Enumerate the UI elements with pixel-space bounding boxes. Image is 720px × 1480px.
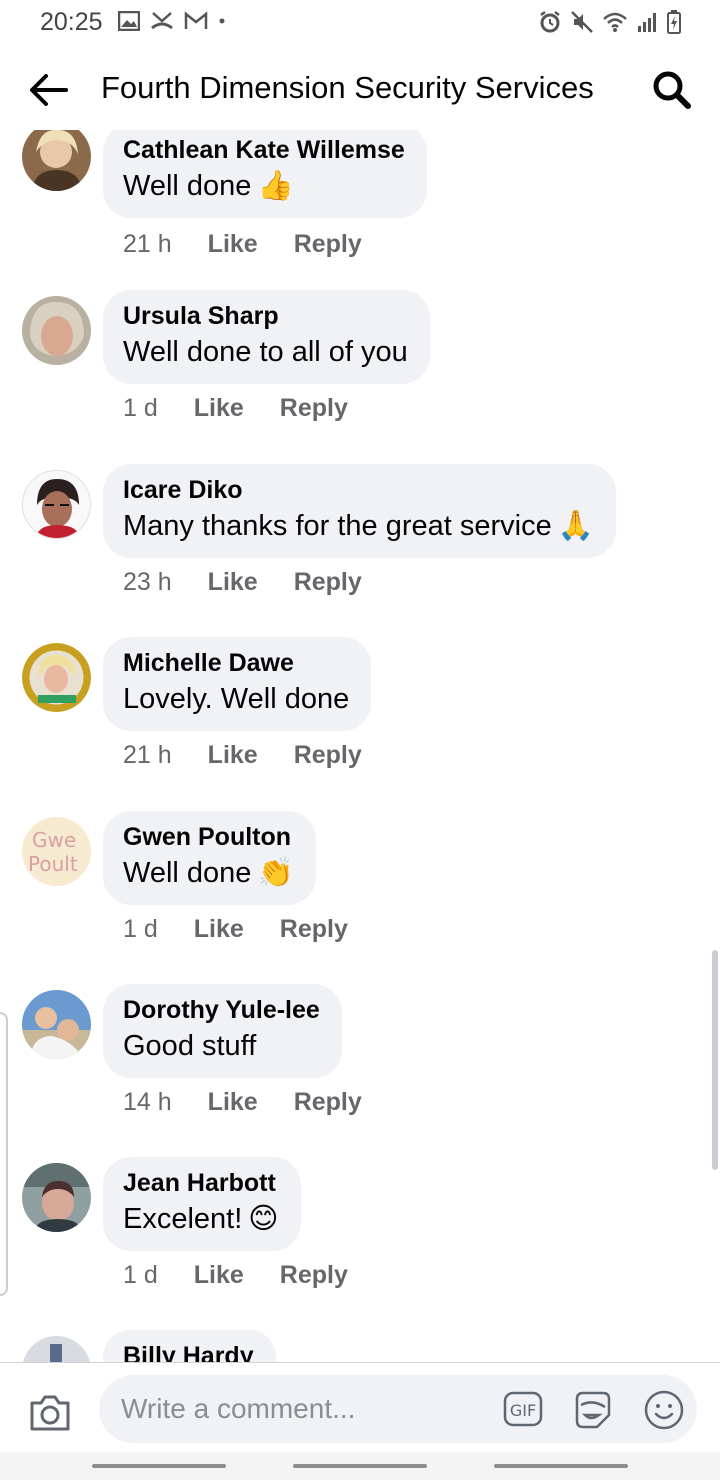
reply-button[interactable]: Reply	[280, 394, 348, 423]
comment-author[interactable]: Gwen Poulton	[123, 821, 294, 853]
status-bar: 20:25	[0, 0, 720, 46]
reply-button[interactable]: Reply	[280, 1261, 348, 1290]
smiling-face-icon: 😊	[248, 1203, 279, 1235]
missed-call-icon	[151, 12, 173, 30]
reply-button[interactable]: Reply	[294, 568, 362, 597]
svg-text:Gwe: Gwe	[32, 828, 76, 852]
wifi-icon	[603, 12, 627, 32]
alarm-icon	[540, 11, 560, 33]
comment-bubble[interactable]: Icare Diko Many thanks for the great ser…	[103, 464, 616, 558]
comment-text: Excelent! 😊	[123, 1199, 279, 1239]
comment-actions: 1 d Like Reply	[123, 1261, 348, 1290]
avatar[interactable]	[22, 130, 91, 191]
comment-bubble[interactable]: Dorothy Yule-lee Good stuff	[103, 984, 342, 1078]
gmail-icon	[184, 11, 208, 29]
gif-icon[interactable]: GIF	[503, 1391, 543, 1427]
comment-text: Well done to all of you	[123, 336, 408, 368]
comment-input[interactable]: Write a comment... GIF	[99, 1375, 697, 1443]
like-button[interactable]: Like	[194, 1261, 244, 1290]
comment-list[interactable]: Cathlean Kate Willemse Well done 👍 21 h L…	[0, 130, 720, 1362]
comment-text: Well done 👏	[123, 853, 294, 893]
avatar[interactable]	[22, 643, 91, 712]
comment-author[interactable]: Ursula Sharp	[123, 300, 408, 332]
scrollbar[interactable]	[712, 950, 718, 1170]
like-button[interactable]: Like	[194, 394, 244, 423]
like-button[interactable]: Like	[194, 915, 244, 944]
reply-button[interactable]: Reply	[294, 230, 362, 259]
image-icon	[118, 11, 140, 31]
comment-bubble[interactable]: Michelle Dawe Lovely. Well done	[103, 637, 372, 731]
sticker-icon[interactable]	[571, 1389, 613, 1431]
thumbs-up-icon: 👍	[257, 170, 294, 202]
comment-actions: 23 h Like Reply	[123, 568, 362, 597]
comment-text: Many thanks for the great service 🙏	[123, 506, 594, 546]
comment-text: Good stuff	[123, 1030, 257, 1062]
like-button[interactable]: Like	[208, 230, 258, 259]
nav-back[interactable]	[494, 1464, 628, 1468]
comment-actions: 14 h Like Reply	[123, 1088, 362, 1117]
avatar[interactable]	[22, 1163, 91, 1232]
status-time: 20:25	[40, 8, 103, 36]
avatar[interactable]	[22, 1336, 91, 1362]
comment-author[interactable]: Billy Hardy	[123, 1340, 254, 1362]
comment-bubble[interactable]: Billy Hardy	[103, 1330, 276, 1362]
like-button[interactable]: Like	[208, 741, 258, 770]
page-title: Fourth Dimension Security Services	[101, 70, 594, 105]
comment-author[interactable]: Cathlean Kate Willemse	[123, 134, 405, 166]
comment-bubble[interactable]: Gwen Poulton Well done 👏	[103, 811, 316, 905]
comment-text: Well done 👍	[123, 166, 405, 206]
dot-icon	[219, 18, 225, 24]
comment-time: 1 d	[123, 915, 158, 943]
battery-charging-icon	[667, 10, 681, 34]
comment-actions: 1 d Like Reply	[123, 394, 348, 423]
comment-time: 23 h	[123, 568, 172, 596]
comment-time: 1 d	[123, 1261, 158, 1289]
reply-button[interactable]: Reply	[280, 915, 348, 944]
mute-icon	[571, 11, 593, 33]
camera-icon[interactable]	[28, 1393, 72, 1433]
comment-time: 21 h	[123, 741, 172, 769]
comment-author[interactable]: Michelle Dawe	[123, 647, 349, 679]
comment-time: 14 h	[123, 1088, 172, 1116]
comment-bubble[interactable]: Ursula Sharp Well done to all of you	[103, 290, 430, 384]
praying-hands-icon: 🙏	[557, 510, 594, 542]
signal-icon	[638, 13, 656, 32]
reply-button[interactable]: Reply	[294, 741, 362, 770]
avatar[interactable]	[22, 990, 91, 1059]
clapping-hands-icon: 👏	[257, 857, 294, 889]
gif-label: GIF	[510, 1401, 536, 1420]
arrow-left-icon[interactable]	[26, 68, 70, 112]
comment-author[interactable]: Dorothy Yule-lee	[123, 994, 320, 1026]
nav-recent-apps[interactable]	[92, 1464, 226, 1468]
avatar[interactable]	[22, 470, 91, 539]
nav-home[interactable]	[293, 1464, 427, 1468]
like-button[interactable]: Like	[208, 1088, 258, 1117]
comment-input-placeholder: Write a comment...	[121, 1393, 356, 1424]
avatar[interactable]	[22, 296, 91, 365]
comment-time: 21 h	[123, 230, 172, 258]
comment-bubble[interactable]: Cathlean Kate Willemse Well done 👍	[103, 130, 427, 218]
system-nav-bar	[0, 1452, 720, 1480]
edge-panel-handle[interactable]	[0, 1012, 8, 1296]
comment-composer: Write a comment... GIF	[0, 1362, 720, 1453]
comment-time: 1 d	[123, 394, 158, 422]
svg-text:Poult: Poult	[28, 852, 78, 876]
like-button[interactable]: Like	[208, 568, 258, 597]
comment-author[interactable]: Jean Harbott	[123, 1167, 279, 1199]
app-header: Fourth Dimension Security Services	[0, 46, 720, 130]
comment-text: Lovely. Well done	[123, 683, 350, 715]
smiley-icon[interactable]	[643, 1389, 685, 1431]
comment-author[interactable]: Icare Diko	[123, 474, 594, 506]
comment-bubble[interactable]: Jean Harbott Excelent! 😊	[103, 1157, 301, 1251]
comment-actions: 1 d Like Reply	[123, 915, 348, 944]
comment-actions: 21 h Like Reply	[123, 741, 362, 770]
comment-actions: 21 h Like Reply	[123, 230, 362, 259]
reply-button[interactable]: Reply	[294, 1088, 362, 1117]
avatar[interactable]: Gwe Poult	[22, 817, 91, 886]
search-icon[interactable]	[650, 68, 694, 112]
